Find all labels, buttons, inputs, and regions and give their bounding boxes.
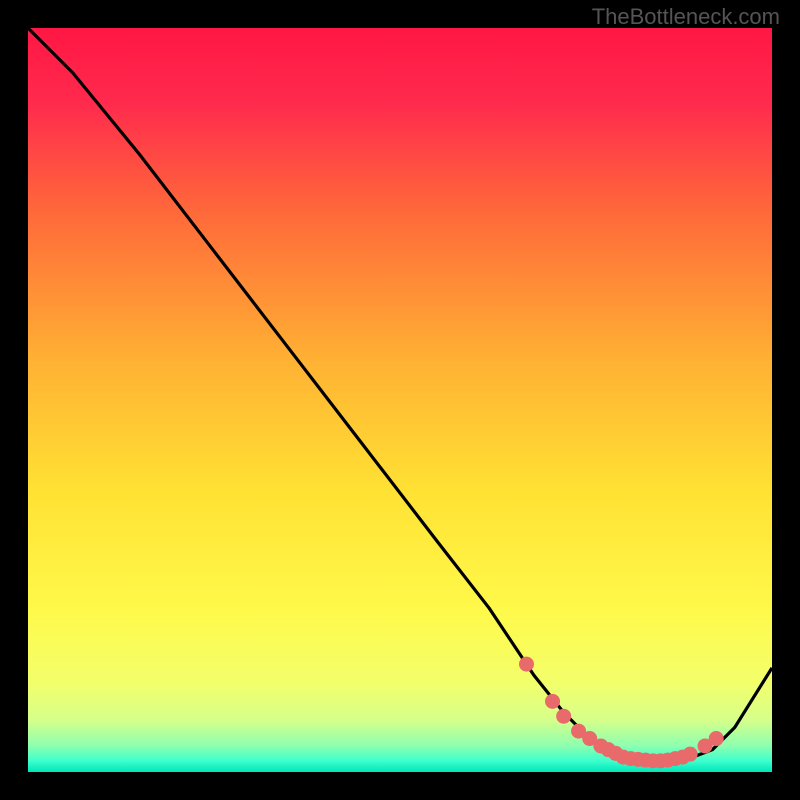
highlight-dot xyxy=(683,747,698,762)
highlight-dot xyxy=(709,731,724,746)
chart-overlay xyxy=(28,28,772,772)
highlight-dot xyxy=(556,709,571,724)
highlight-dots xyxy=(519,657,724,769)
highlight-dot xyxy=(519,657,534,672)
curve-line xyxy=(28,28,772,761)
highlight-dot xyxy=(545,694,560,709)
plot-area xyxy=(28,28,772,772)
watermark-text: TheBottleneck.com xyxy=(592,4,780,30)
chart-container: TheBottleneck.com xyxy=(0,0,800,800)
